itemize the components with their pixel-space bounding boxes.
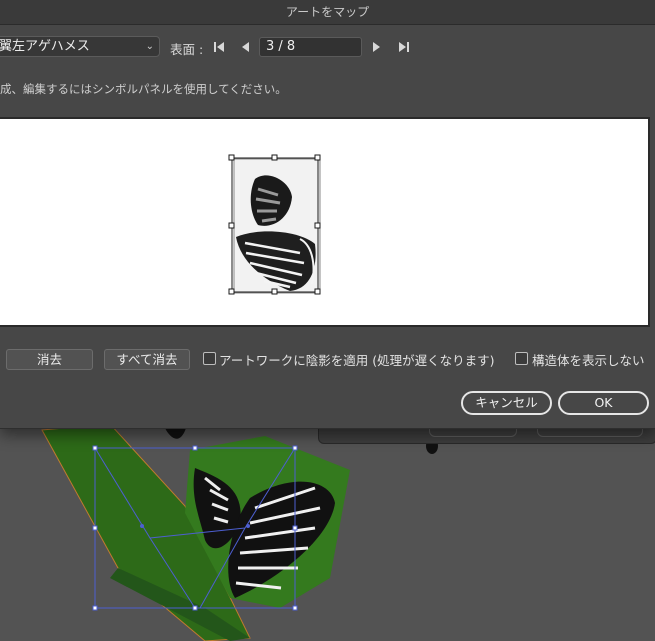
cancel-button[interactable]: キャンセル xyxy=(461,391,552,415)
3d-object-artwork[interactable] xyxy=(0,428,655,641)
butterfly-tail-fragment xyxy=(165,428,186,439)
surface-label: 表面 : xyxy=(170,42,204,57)
symbol-dropdown[interactable]: 翼左アゲハメス ⌄ xyxy=(0,36,160,57)
surface-preview-svg[interactable] xyxy=(0,119,652,329)
shade-artwork-checkbox[interactable] xyxy=(203,352,216,365)
map-art-dialog: アートをマップ 翼左アゲハメス ⌄ 表面 : 3 / 8 成、編集するにはシンボ… xyxy=(0,0,655,429)
artboard-canvas[interactable] xyxy=(0,428,655,641)
dialog-title: アートをマップ xyxy=(0,0,655,25)
invisible-geometry-checkbox[interactable] xyxy=(515,352,528,365)
symbol-dropdown-value: 翼左アゲハメス xyxy=(0,39,90,54)
skip-last-icon[interactable] xyxy=(396,38,412,56)
skip-first-icon[interactable] xyxy=(211,38,227,56)
triangle-right-icon[interactable] xyxy=(369,38,385,56)
ok-button[interactable]: OK xyxy=(558,391,649,415)
shade-artwork-label[interactable]: アートワークに陰影を適用 (処理が遅くなります) xyxy=(219,350,494,369)
clear-all-button[interactable]: すべて消去 xyxy=(104,349,190,370)
chevron-down-icon: ⌄ xyxy=(145,41,154,52)
surface-preview-area[interactable] xyxy=(0,117,650,327)
clear-button[interactable]: 消去 xyxy=(6,349,93,370)
surface-page-field[interactable]: 3 / 8 xyxy=(259,37,362,57)
triangle-left-icon[interactable] xyxy=(237,38,253,56)
invisible-geometry-label[interactable]: 構造体を表示しない xyxy=(532,350,645,369)
instruction-text: 成、編集するにはシンボルパネルを使用してください。 xyxy=(0,82,287,96)
